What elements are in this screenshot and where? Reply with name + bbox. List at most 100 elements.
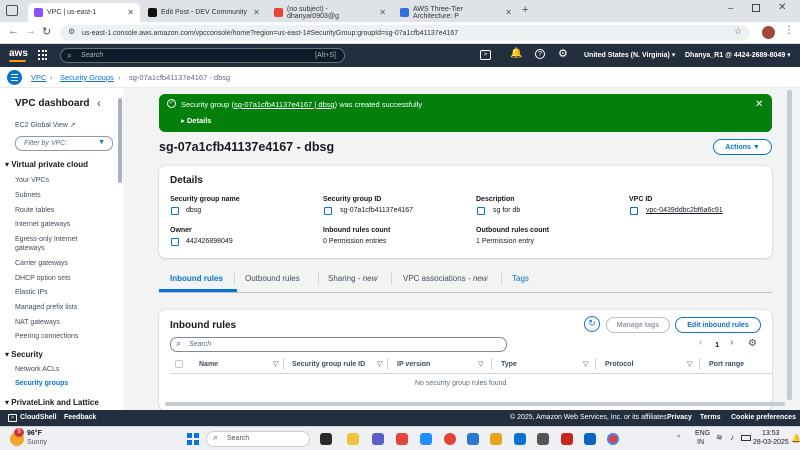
- reload-icon[interactable]: ↻: [42, 25, 51, 38]
- chrome-icon[interactable]: [444, 433, 456, 445]
- linkedin-icon[interactable]: [584, 433, 596, 445]
- refresh-icon[interactable]: ↻: [584, 316, 600, 332]
- close-icon[interactable]: ✕: [253, 8, 260, 17]
- maximize-icon[interactable]: [752, 4, 760, 12]
- sidebar-item-dhcp-option-sets[interactable]: DHCP option sets: [15, 275, 71, 282]
- flash-sg-link[interactable]: sg-07a1cfb41137e4167 | dbsg: [234, 100, 335, 109]
- teams-icon[interactable]: [372, 433, 384, 445]
- column-header-protocol[interactable]: Protocol: [605, 361, 633, 368]
- sort-icon[interactable]: ▽: [377, 360, 382, 368]
- sidebar-item-managed-prefix-lists[interactable]: Managed prefix lists: [15, 304, 77, 311]
- account-menu[interactable]: Dhanya_R1 @ 4424-2689-8049 ▾: [685, 51, 791, 59]
- sort-icon[interactable]: ▽: [478, 360, 483, 368]
- forward-icon[interactable]: →: [25, 25, 36, 37]
- tab-vpc-associations[interactable]: VPC associations - new: [403, 274, 488, 283]
- tab-inbound-rules[interactable]: Inbound rules: [170, 274, 223, 283]
- feedback-link[interactable]: Feedback: [64, 414, 96, 421]
- cookie-preferences-link[interactable]: Cookie preferences: [731, 414, 796, 421]
- paint-icon[interactable]: [490, 433, 502, 445]
- wifi-icon[interactable]: ≋: [716, 433, 723, 442]
- sidebar-item-internet-gateways[interactable]: Internet gateways: [15, 221, 70, 228]
- site-info-icon[interactable]: ⚙: [68, 27, 75, 36]
- column-header-rule-id[interactable]: Security group rule ID: [292, 361, 365, 368]
- copy-icon[interactable]: [171, 238, 179, 246]
- section-security[interactable]: ▾ Security: [5, 350, 43, 359]
- manage-tags-button[interactable]: Manage tags: [606, 317, 670, 333]
- table-settings-gear-icon[interactable]: ⚙: [748, 338, 757, 349]
- close-icon[interactable]: ✕: [505, 8, 512, 17]
- sidebar-item-security-groups[interactable]: Security groups: [15, 380, 68, 387]
- section-privatelink[interactable]: ▾ PrivateLink and Lattice: [5, 398, 99, 407]
- clock-date[interactable]: 28-03-2025: [753, 439, 789, 446]
- next-page-icon[interactable]: ›: [730, 337, 733, 348]
- file-explorer-icon[interactable]: [347, 433, 359, 445]
- acrobat-icon[interactable]: [561, 433, 573, 445]
- vscode-icon[interactable]: [514, 433, 526, 445]
- select-all-checkbox[interactable]: [175, 360, 183, 368]
- services-grid-icon[interactable]: [38, 50, 48, 60]
- sort-icon[interactable]: ▽: [583, 360, 588, 368]
- sort-icon[interactable]: ▽: [273, 360, 278, 368]
- browser-tab-gmail[interactable]: (no subject) - dhanyar0903@g ✕: [268, 3, 392, 22]
- notifications-bell-icon[interactable]: 🔔: [510, 48, 522, 59]
- sidebar-item-nat-gateways[interactable]: NAT gateways: [15, 319, 60, 326]
- actions-button[interactable]: Actions ▼: [713, 139, 772, 155]
- store-icon[interactable]: [537, 433, 549, 445]
- profile-avatar[interactable]: [762, 26, 775, 39]
- copy-icon[interactable]: [630, 207, 638, 215]
- sidebar-item-carrier-gateways[interactable]: Carrier gateways: [15, 260, 68, 267]
- notification-bell-icon[interactable]: 🔔: [791, 434, 800, 443]
- sidebar-title[interactable]: VPC dashboard: [15, 98, 89, 109]
- rules-search-input[interactable]: ⌕ Search: [170, 337, 507, 352]
- tab-outbound-rules[interactable]: Outbound rules: [245, 274, 300, 283]
- browser-tab-article[interactable]: AWS Three-Tier Architecture: P ✕: [394, 3, 518, 22]
- close-icon[interactable]: ✕: [379, 8, 386, 17]
- region-indicator[interactable]: IN: [697, 439, 704, 446]
- sidebar-item-elastic-ips[interactable]: Elastic IPs: [15, 289, 48, 296]
- page-number[interactable]: 1: [715, 340, 719, 349]
- prev-page-icon[interactable]: ‹: [699, 337, 702, 348]
- column-header-type[interactable]: Type: [501, 361, 517, 368]
- sidebar-item-subnets[interactable]: Subnets: [15, 192, 41, 199]
- settings-gear-icon[interactable]: ⚙: [558, 47, 568, 60]
- clock-time[interactable]: 13:53: [762, 430, 780, 437]
- main-vertical-scrollbar[interactable]: [787, 90, 792, 400]
- back-icon[interactable]: ←: [8, 25, 19, 37]
- copy-icon[interactable]: [324, 207, 332, 215]
- browser-menu-icon[interactable]: ⋮: [784, 25, 794, 36]
- volume-icon[interactable]: ♪: [730, 433, 734, 442]
- flash-details-toggle[interactable]: ▸ Details: [181, 116, 211, 125]
- minimize-icon[interactable]: –: [728, 3, 734, 14]
- aws-logo[interactable]: aws: [9, 48, 28, 59]
- windows-start-icon[interactable]: [187, 433, 199, 445]
- hamburger-menu-icon[interactable]: [7, 70, 22, 85]
- cloudshell-link[interactable]: CloudShell: [20, 414, 57, 421]
- copy-icon[interactable]: [171, 207, 179, 215]
- window-close-icon[interactable]: ✕: [778, 2, 786, 13]
- chrome-profile-icon[interactable]: [607, 433, 619, 445]
- battery-icon[interactable]: [741, 435, 751, 441]
- edge-icon[interactable]: [420, 433, 432, 445]
- breadcrumb-security-groups-link[interactable]: Security Groups: [60, 73, 114, 82]
- privacy-link[interactable]: Privacy: [667, 414, 692, 421]
- url-input[interactable]: ⚙ us-east-1.console.aws.amazon.com/vpcco…: [60, 25, 750, 41]
- sidebar-item-egress-only-cont[interactable]: gateways: [15, 245, 45, 252]
- new-tab-icon[interactable]: +: [522, 4, 528, 16]
- cloudshell-icon[interactable]: >: [480, 50, 491, 60]
- tab-sharing[interactable]: Sharing - new: [328, 274, 377, 283]
- copy-icon[interactable]: [477, 207, 485, 215]
- taskbar-search-input[interactable]: ⌕ Search: [206, 431, 310, 447]
- show-hidden-icons-icon[interactable]: ^: [677, 435, 680, 442]
- terminal-icon[interactable]: [467, 433, 479, 445]
- column-header-ip-version[interactable]: IP version: [397, 361, 430, 368]
- sidebar-item-egress-only[interactable]: Egress-only Internet: [15, 236, 78, 243]
- breadcrumb-vpc-link[interactable]: VPC: [31, 73, 46, 82]
- browser-tab-dev[interactable]: Edit Post - DEV Community ✕: [142, 3, 266, 22]
- vpc-filter-select[interactable]: Filter by VPC: ▼: [15, 136, 113, 151]
- weather-desc[interactable]: Sunny: [27, 439, 47, 446]
- sidebar-scrollbar[interactable]: [118, 98, 122, 183]
- edit-inbound-rules-button[interactable]: Edit inbound rules: [675, 317, 761, 333]
- sidebar-item-peering-connections[interactable]: Peering connections: [15, 333, 78, 340]
- sidebar-item-network-acls[interactable]: Network ACLs: [15, 366, 59, 373]
- weather-temp[interactable]: 96°F: [27, 430, 42, 437]
